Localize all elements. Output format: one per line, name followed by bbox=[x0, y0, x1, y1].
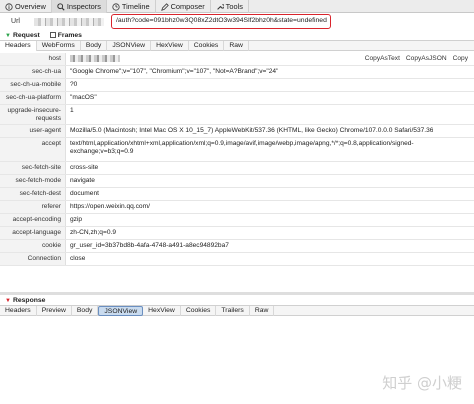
table-row[interactable]: user-agent Mozilla/5.0 (Macintosh; Intel… bbox=[0, 125, 474, 138]
header-value: "macOS" bbox=[70, 94, 97, 101]
table-row[interactable]: Connection close bbox=[0, 253, 474, 266]
response-tab-hexview[interactable]: HexView bbox=[143, 306, 181, 316]
frames-toggle[interactable]: Frames bbox=[49, 31, 82, 39]
top-toolbar: Overview Inspectors Timeline Composer To… bbox=[0, 0, 474, 13]
header-key: Connection bbox=[0, 253, 66, 265]
tab-overview-label: Overview bbox=[15, 2, 46, 11]
response-bar: ▼ Response bbox=[0, 295, 474, 305]
response-label: Response bbox=[12, 296, 46, 304]
url-label: Url bbox=[11, 18, 20, 25]
redacted-value-blur bbox=[70, 55, 120, 62]
table-row[interactable]: sec-fetch-dest document bbox=[0, 188, 474, 201]
header-value: ?0 bbox=[70, 81, 78, 88]
request-bar: ▼ Request Frames bbox=[0, 30, 474, 40]
header-key: user-agent bbox=[0, 125, 66, 137]
table-row[interactable]: cookie gr_user_id=3b37bd8b-4afa-4748-a49… bbox=[0, 240, 474, 253]
request-tab-raw[interactable]: Raw bbox=[224, 41, 249, 51]
pencil-icon bbox=[160, 2, 169, 11]
response-tab-body[interactable]: Body bbox=[72, 306, 99, 316]
table-row[interactable]: accept text/html,application/xhtml+xml,a… bbox=[0, 138, 474, 162]
header-value: text/html,application/xhtml+xml,applicat… bbox=[70, 140, 414, 155]
header-value: zh-CN,zh;q=0.9 bbox=[70, 229, 116, 236]
header-key: referer bbox=[0, 201, 66, 213]
table-row[interactable]: sec-ch-ua-platform "macOS" bbox=[0, 92, 474, 105]
request-tab-body[interactable]: Body bbox=[81, 41, 108, 51]
request-toggle[interactable]: ▼ Request bbox=[0, 32, 40, 39]
header-value: Mozilla/5.0 (Macintosh; Intel Mac OS X 1… bbox=[70, 127, 434, 134]
tab-tools[interactable]: Tools bbox=[211, 0, 249, 13]
table-row[interactable]: accept-language zh-CN,zh;q=0.9 bbox=[0, 227, 474, 240]
tab-inspectors[interactable]: Inspectors bbox=[51, 0, 107, 13]
response-tab-jsonview[interactable]: JSONView bbox=[98, 306, 144, 316]
tab-composer[interactable]: Composer bbox=[156, 0, 211, 13]
tab-timeline-label: Timeline bbox=[121, 2, 150, 11]
header-value: gr_user_id=3b37bd8b-4afa-4748-a491-a8ec9… bbox=[70, 242, 229, 249]
response-tab-headers[interactable]: Headers bbox=[0, 306, 37, 316]
redacted-host-blur bbox=[34, 18, 104, 26]
table-row[interactable]: sec-ch-ua "Google Chrome";v="107", "Chro… bbox=[0, 66, 474, 79]
tab-tools-label: Tools bbox=[225, 2, 243, 11]
checkbox-icon bbox=[49, 31, 56, 38]
header-key: sec-fetch-site bbox=[0, 162, 66, 174]
header-value: "Google Chrome";v="107", "Chromium";v="1… bbox=[70, 68, 279, 75]
url-field[interactable]: /auth?code=091bhz0w3Q08xZ2dtO3w394Slf2bh… bbox=[111, 14, 331, 29]
response-tab-raw[interactable]: Raw bbox=[250, 306, 275, 316]
header-value bbox=[66, 53, 120, 65]
response-tab-preview[interactable]: Preview bbox=[37, 306, 72, 316]
clock-icon bbox=[112, 2, 120, 11]
header-key: sec-ch-ua-platform bbox=[0, 92, 66, 104]
info-circle-icon bbox=[5, 2, 13, 11]
header-value: document bbox=[70, 190, 99, 197]
header-value: navigate bbox=[70, 177, 95, 184]
request-tab-webforms[interactable]: WebForms bbox=[37, 41, 81, 51]
request-subtabs: Headers WebForms Body JSONView HexView C… bbox=[0, 40, 474, 51]
table-row[interactable]: sec-ch-ua-mobile ?0 bbox=[0, 79, 474, 92]
header-key: accept-language bbox=[0, 227, 66, 239]
wrench-icon bbox=[216, 3, 224, 10]
header-key: sec-fetch-mode bbox=[0, 175, 66, 187]
request-headers-table: host sec-ch-ua "Google Chrome";v="107", … bbox=[0, 53, 474, 266]
response-toggle[interactable]: ▼ Response bbox=[0, 297, 45, 304]
request-tab-cookies[interactable]: Cookies bbox=[189, 41, 225, 51]
table-row[interactable]: sec-fetch-mode navigate bbox=[0, 175, 474, 188]
header-key: sec-ch-ua bbox=[0, 66, 66, 78]
triangle-down-icon: ▼ bbox=[5, 297, 11, 304]
header-value: cross-site bbox=[70, 164, 99, 171]
tab-composer-label: Composer bbox=[170, 2, 205, 11]
header-key: upgrade-insecure- requests bbox=[0, 105, 66, 124]
header-key: host bbox=[0, 53, 66, 65]
tab-overview[interactable]: Overview bbox=[0, 0, 52, 13]
header-key: cookie bbox=[0, 240, 66, 252]
triangle-down-icon: ▼ bbox=[5, 32, 11, 39]
response-tab-trailers[interactable]: Trailers bbox=[216, 306, 250, 316]
response-subtabs: Headers Preview Body JSONView HexView Co… bbox=[0, 305, 474, 316]
table-row[interactable]: host bbox=[0, 53, 474, 66]
header-key: accept bbox=[0, 138, 66, 161]
table-row[interactable]: accept-encoding gzip bbox=[0, 214, 474, 227]
request-tab-hexview[interactable]: HexView bbox=[151, 41, 189, 51]
frames-label: Frames bbox=[57, 31, 82, 39]
magnifier-icon bbox=[57, 2, 65, 11]
table-row[interactable]: sec-fetch-site cross-site bbox=[0, 162, 474, 175]
tab-inspectors-label: Inspectors bbox=[66, 2, 101, 11]
watermark: 知乎 @小粳 bbox=[382, 374, 462, 392]
table-row[interactable]: upgrade-insecure- requests 1 bbox=[0, 105, 474, 125]
header-value: 1 bbox=[70, 107, 74, 114]
header-key: sec-fetch-dest bbox=[0, 188, 66, 200]
header-key: sec-ch-ua-mobile bbox=[0, 79, 66, 91]
response-tab-cookies[interactable]: Cookies bbox=[181, 306, 217, 316]
tab-timeline[interactable]: Timeline bbox=[107, 0, 156, 13]
request-tab-headers[interactable]: Headers bbox=[0, 41, 37, 51]
header-key: accept-encoding bbox=[0, 214, 66, 226]
header-value: close bbox=[70, 255, 86, 262]
request-tab-jsonview[interactable]: JSONView bbox=[107, 41, 152, 51]
table-row[interactable]: referer https://open.weixin.qq.com/ bbox=[0, 201, 474, 214]
header-value: https://open.weixin.qq.com/ bbox=[70, 203, 150, 210]
request-label: Request bbox=[12, 31, 40, 39]
header-value: gzip bbox=[70, 216, 83, 223]
